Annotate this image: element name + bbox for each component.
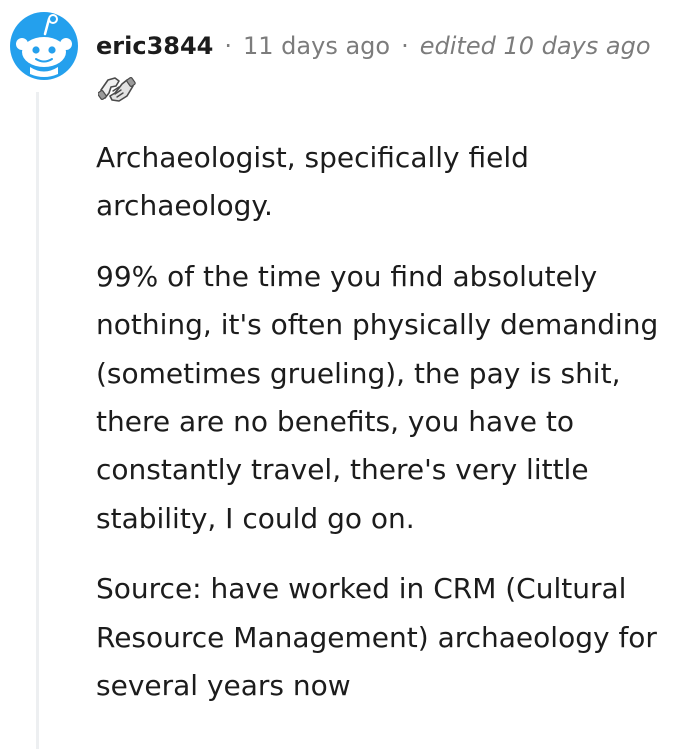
timestamp-link[interactable]: 11 days ago	[243, 28, 390, 64]
comment: eric3844 · 11 days ago · edited 10 days …	[0, 0, 700, 749]
comment-paragraph: Source: have worked in CRM (Cultural Res…	[96, 572, 657, 703]
handshake-award-icon[interactable]	[98, 72, 136, 106]
comment-paragraph: 99% of the time you find absolutely noth…	[96, 259, 659, 535]
comment-body: Archaeologist, specifically field archae…	[96, 134, 686, 732]
edited-label: edited 10 days ago	[419, 32, 651, 60]
meta-separator: ·	[401, 32, 409, 60]
comment-paragraph: Archaeologist, specifically field archae…	[96, 141, 529, 223]
meta-separator: ·	[224, 32, 233, 60]
thread-collapse-line[interactable]	[36, 92, 39, 749]
snoo-avatar-icon[interactable]	[8, 10, 80, 82]
username-link[interactable]: eric3844	[96, 28, 213, 64]
comment-header: eric3844 · 11 days ago · edited 10 days …	[96, 28, 651, 64]
